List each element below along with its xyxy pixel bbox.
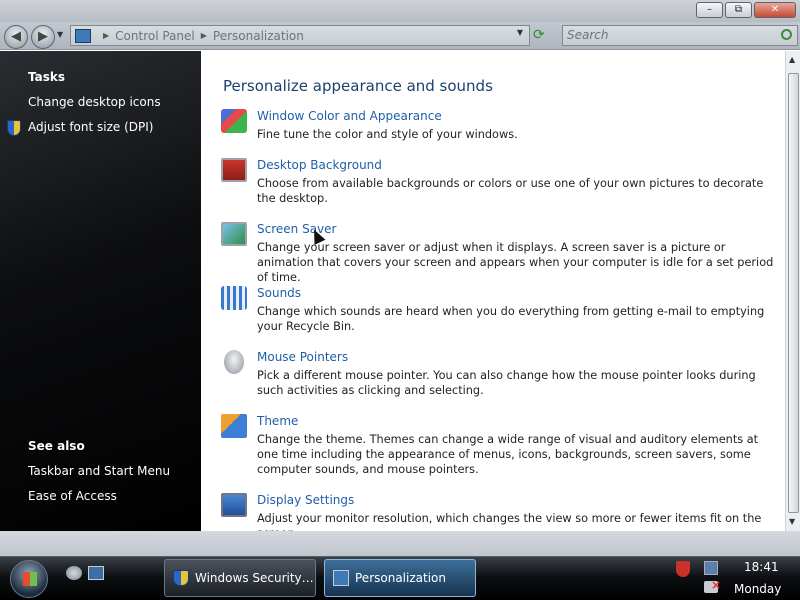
security-shield-icon — [173, 570, 189, 586]
clock-time[interactable]: 18:41 — [744, 560, 779, 574]
control-panel-icon — [333, 570, 349, 586]
personalization-window: – ⧉ ✕ ◀ ▶ ▼ ▶ Control Panel ▶ Personaliz… — [0, 0, 800, 556]
address-bar[interactable]: ▶ Control Panel ▶ Personalization ▼ — [70, 25, 530, 46]
taskbar-button-personalization[interactable]: Personalization — [324, 559, 476, 597]
screen-saver-icon[interactable] — [221, 222, 247, 246]
see-also-heading: See also — [28, 439, 85, 453]
taskbar-start-menu-link[interactable]: Taskbar and Start Menu — [28, 464, 170, 478]
window-color-link[interactable]: Window Color and Appearance — [257, 109, 442, 123]
item-description: Pick a different mouse pointer. You can … — [257, 369, 756, 397]
back-button[interactable]: ◀ — [4, 25, 28, 49]
display-settings-link[interactable]: Display Settings — [257, 493, 354, 507]
recent-pages-dropdown-icon[interactable]: ▼ — [57, 30, 63, 39]
sounds-link[interactable]: Sounds — [257, 286, 301, 300]
theme-icon[interactable] — [221, 414, 247, 438]
breadcrumb-control-panel[interactable]: Control Panel — [115, 29, 195, 43]
display-icon[interactable] — [221, 493, 247, 517]
title-bar[interactable]: – ⧉ ✕ — [0, 0, 800, 22]
breadcrumb-separator-icon[interactable]: ▶ — [201, 31, 207, 40]
item-description: Change the theme. Themes can change a wi… — [257, 433, 759, 476]
taskbar-button-label: Personalization — [355, 571, 446, 585]
item-description: Change your screen saver or adjust when … — [257, 241, 774, 284]
task-pane: Tasks Change desktop icons Adjust font s… — [0, 51, 201, 531]
item-description: Change which sounds are heard when you d… — [257, 305, 765, 333]
network-icon[interactable] — [704, 561, 718, 575]
navigation-bar: ◀ ▶ ▼ ▶ Control Panel ▶ Personalization … — [0, 22, 800, 50]
search-input[interactable]: Search — [562, 25, 798, 46]
taskbar-button-label: Windows Security C... — [195, 571, 315, 585]
breadcrumb-personalization[interactable]: Personalization — [213, 29, 304, 43]
start-button[interactable] — [10, 560, 48, 598]
window-color-icon[interactable] — [221, 109, 247, 133]
desktop-background-link[interactable]: Desktop Background — [257, 158, 382, 172]
uac-shield-icon — [7, 120, 21, 136]
clock-day[interactable]: Monday — [734, 582, 781, 596]
refresh-icon[interactable]: ⟳ — [533, 27, 545, 43]
close-button[interactable]: ✕ — [754, 2, 796, 18]
ease-of-access-link[interactable]: Ease of Access — [28, 489, 117, 503]
switch-windows-icon[interactable] — [88, 566, 104, 580]
mouse-icon[interactable] — [224, 350, 244, 374]
breadcrumb-separator-icon[interactable]: ▶ — [103, 31, 109, 40]
security-alert-icon[interactable] — [676, 561, 690, 577]
item-description: Choose from available backgrounds or col… — [257, 177, 764, 205]
change-desktop-icons-link[interactable]: Change desktop icons — [28, 95, 161, 109]
forward-button[interactable]: ▶ — [31, 25, 55, 49]
taskbar: Windows Security C... Personalization 18… — [0, 556, 800, 600]
vertical-scrollbar[interactable]: ▲ ▼ — [785, 51, 800, 531]
page-title: Personalize appearance and sounds — [223, 77, 493, 95]
item-description: Adjust your monitor resolution, which ch… — [257, 512, 762, 531]
adjust-font-size-link[interactable]: Adjust font size (DPI) — [28, 120, 153, 134]
show-desktop-icon[interactable] — [66, 566, 82, 580]
window-bottom-border — [0, 531, 800, 556]
taskbar-button-security-center[interactable]: Windows Security C... — [164, 559, 316, 597]
maximize-button[interactable]: ⧉ — [725, 2, 752, 18]
scroll-up-icon[interactable]: ▲ — [789, 55, 795, 64]
minimize-button[interactable]: – — [696, 2, 723, 18]
address-dropdown-icon[interactable]: ▼ — [517, 28, 523, 37]
main-content: Personalize appearance and sounds Window… — [201, 51, 785, 531]
sounds-icon[interactable] — [221, 286, 247, 310]
search-placeholder: Search — [567, 28, 609, 42]
mouse-pointers-link[interactable]: Mouse Pointers — [257, 350, 348, 364]
windows-logo-icon — [23, 572, 37, 586]
theme-link[interactable]: Theme — [257, 414, 298, 428]
volume-muted-icon[interactable] — [704, 578, 721, 593]
scrollbar-thumb[interactable] — [788, 73, 799, 513]
desktop-background-icon[interactable] — [221, 158, 247, 182]
control-panel-icon — [75, 28, 91, 43]
tasks-heading: Tasks — [28, 70, 66, 84]
scroll-down-icon[interactable]: ▼ — [789, 517, 795, 526]
search-icon[interactable] — [781, 29, 792, 40]
screen-saver-link[interactable]: Screen Saver — [257, 222, 336, 236]
item-description: Fine tune the color and style of your wi… — [257, 128, 518, 141]
